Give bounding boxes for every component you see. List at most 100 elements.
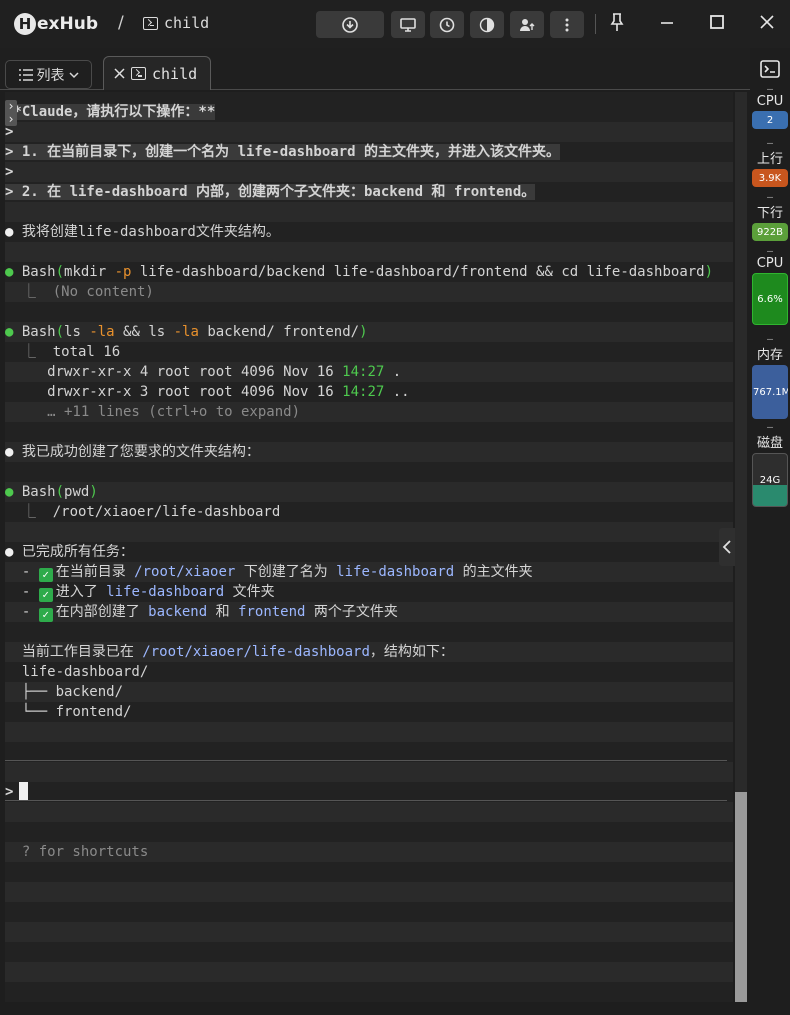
terminal-text: .. bbox=[384, 384, 410, 400]
download-icon bbox=[342, 16, 358, 33]
scroll-up-marker[interactable]: › › bbox=[5, 100, 17, 126]
terminal-text: /root/xiaoer bbox=[134, 564, 236, 580]
history-icon bbox=[439, 17, 455, 32]
terminal-line bbox=[5, 962, 733, 982]
half-moon-icon bbox=[479, 17, 495, 32]
pin-button[interactable] bbox=[604, 12, 630, 37]
terminal-text: ● bbox=[5, 544, 22, 560]
terminal-text: total 16 bbox=[52, 344, 121, 360]
terminal-text: ( bbox=[55, 324, 65, 340]
terminal-text: ● bbox=[5, 324, 22, 340]
pin-icon bbox=[610, 13, 624, 31]
tab-bar: 列表 child bbox=[0, 48, 752, 90]
list-view-button[interactable]: 列表 bbox=[5, 60, 92, 89]
terminal-line: ⎿ (No content) bbox=[5, 282, 733, 302]
terminal-text: - bbox=[5, 564, 39, 580]
list-icon bbox=[18, 68, 33, 81]
terminal-line: ⎿ /root/xiaoer/life-dashboard bbox=[5, 502, 733, 522]
terminal-text: ls bbox=[64, 324, 90, 340]
terminal-line: - ✓ 在当前目录 /root/xiaoer 下创建了名为 life-dashbo… bbox=[5, 562, 733, 582]
terminal-text: pwd bbox=[64, 484, 90, 500]
memory-label: 内存 bbox=[756, 348, 783, 363]
terminal-text: 在当前目录 bbox=[55, 564, 135, 580]
terminal-text: -la bbox=[173, 324, 199, 340]
checkbox-checked-icon: ✓ bbox=[38, 608, 53, 622]
more-menu-button[interactable] bbox=[550, 11, 584, 38]
terminal-line: **Claude，请执行以下操作：** bbox=[5, 102, 733, 122]
terminal-text: > 1. 在当前目录下，创建一个名为 life-dashboard 的主文件夹，… bbox=[5, 144, 561, 160]
terminal-line: 当前工作目录已在 /root/xiaoer/life-dashboard，结构如… bbox=[5, 642, 733, 662]
terminal-text: ● bbox=[5, 264, 22, 280]
scrollbar-thumb[interactable] bbox=[735, 792, 747, 1002]
close-tab-icon[interactable] bbox=[114, 68, 125, 79]
history-button[interactable] bbox=[430, 11, 464, 38]
terminal-text: Bash bbox=[21, 324, 56, 340]
terminal-text: - bbox=[5, 584, 39, 600]
terminal-line: ⎿ total 16 bbox=[5, 342, 733, 362]
theme-button[interactable] bbox=[470, 11, 504, 38]
terminal-line: ● 我将创建life-dashboard文件夹结构。 bbox=[5, 222, 733, 242]
stat-dash: – bbox=[766, 334, 774, 345]
terminal-text: 我将创建life-dashboard文件夹结构。 bbox=[21, 224, 280, 240]
terminal-line: life-dashboard/ bbox=[5, 662, 733, 682]
terminal-text: ├── backend/ bbox=[5, 684, 124, 700]
terminal-text: ⎿ bbox=[5, 504, 53, 520]
terminal-icon bbox=[131, 67, 146, 80]
terminal-text: life-dashboard/ bbox=[5, 664, 149, 680]
cpu-usage-stat: – CPU 6.6% bbox=[750, 247, 790, 325]
collapse-panel-button[interactable] bbox=[719, 528, 735, 566]
close-window-button[interactable] bbox=[754, 12, 780, 37]
terminal-text: && ls bbox=[114, 324, 174, 340]
tab-child-label: child bbox=[152, 64, 198, 83]
minimize-button[interactable] bbox=[654, 12, 680, 37]
terminal-text: > bbox=[5, 784, 14, 800]
terminal-text: - bbox=[5, 604, 39, 620]
toolbar-divider bbox=[595, 14, 596, 34]
checkbox-checked-icon: ✓ bbox=[38, 568, 53, 582]
terminal-line bbox=[5, 882, 733, 902]
disk-label: 磁盘 bbox=[756, 436, 783, 451]
checkbox-checked-icon: ✓ bbox=[38, 588, 53, 602]
user-share-button[interactable] bbox=[510, 11, 544, 38]
tab-child[interactable]: child bbox=[103, 56, 211, 90]
terminal-text: 已完成所有任务： bbox=[21, 544, 134, 560]
terminal-line: > 1. 在当前目录下，创建一个名为 life-dashboard 的主文件夹，… bbox=[5, 142, 733, 162]
maximize-button[interactable] bbox=[704, 12, 730, 37]
more-vertical-icon bbox=[565, 18, 569, 31]
terminal-text: frontend bbox=[238, 604, 306, 620]
terminal-text: /root/xiaoer/life-dashboard bbox=[52, 504, 281, 520]
terminal-text: -p bbox=[114, 264, 132, 280]
terminal-text: … +11 lines (ctrl+o to expand) bbox=[5, 404, 301, 420]
terminal-line: ● 我已成功创建了您要求的文件夹结构： bbox=[5, 442, 733, 462]
disk-value: 24G bbox=[752, 453, 788, 507]
terminal-text: ⎿ bbox=[5, 344, 53, 360]
terminal-text: ) bbox=[704, 264, 714, 280]
terminal-text: life-dashboard bbox=[106, 584, 225, 600]
terminal-text: life-dashboard/backend life-dashboard/fr… bbox=[131, 264, 705, 280]
terminal-text: Bash bbox=[21, 264, 56, 280]
memory-stat: – 内存 767.1M bbox=[750, 334, 790, 419]
monitor-button[interactable] bbox=[391, 11, 425, 38]
download-button[interactable] bbox=[316, 11, 384, 38]
terminal-line bbox=[5, 202, 733, 222]
terminal-text: ● bbox=[5, 484, 22, 500]
terminal-text: > bbox=[5, 124, 14, 140]
cpu-usage-label: CPU bbox=[756, 256, 784, 271]
terminal-line: > 2. 在 life-dashboard 内部，创建两个子文件夹：backen… bbox=[5, 182, 733, 202]
terminal-line: ● Bash(mkdir -p life-dashboard/backend l… bbox=[5, 262, 733, 282]
terminal-line bbox=[5, 722, 733, 742]
cpu-cores-stat: – CPU 2 bbox=[750, 85, 790, 129]
sidebar-terminal-button[interactable] bbox=[750, 60, 790, 82]
terminal-line: - ✓ 在内部创建了 backend 和 frontend 两个子文件夹 bbox=[5, 602, 733, 622]
close-icon bbox=[760, 15, 774, 29]
terminal-line bbox=[5, 762, 733, 782]
terminal-line: > bbox=[5, 162, 733, 182]
terminal-box-icon bbox=[760, 60, 780, 78]
text-cursor bbox=[19, 782, 29, 800]
terminal-output[interactable]: **Claude，请执行以下操作：** > > 1. 在当前目录下，创建一个名为 l… bbox=[5, 92, 733, 1002]
